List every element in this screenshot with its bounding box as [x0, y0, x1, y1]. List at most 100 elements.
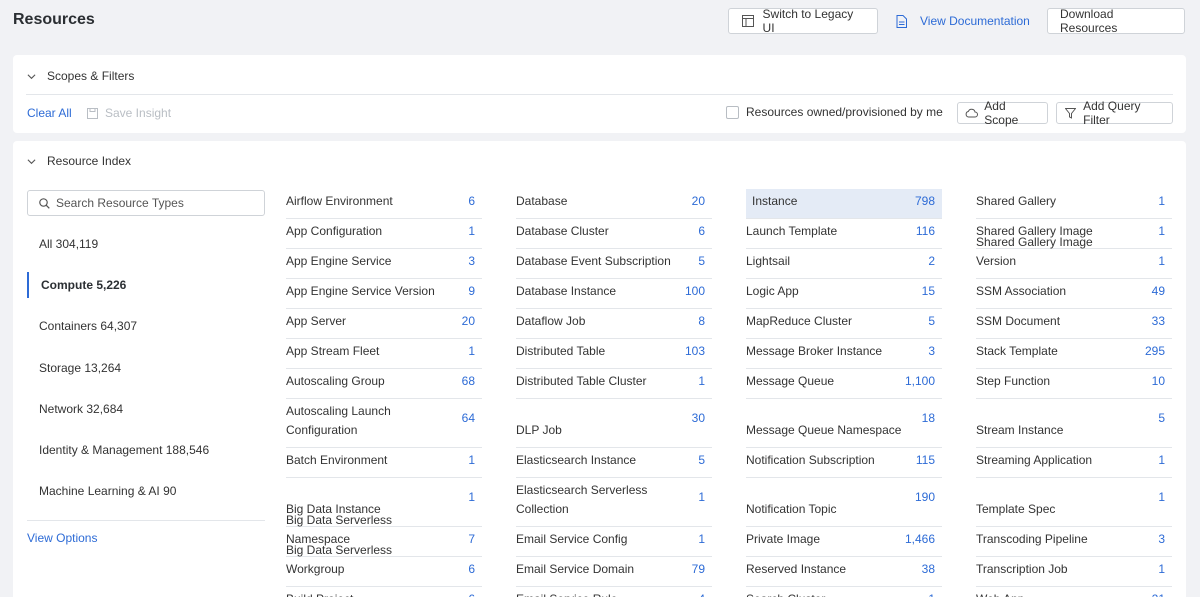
resource-count[interactable]: 1 [1158, 222, 1165, 241]
resource-count[interactable]: 3 [928, 342, 935, 361]
resource-count[interactable]: 5 [928, 312, 935, 331]
resource-type-reserved-instance[interactable]: Reserved Instance 38 [746, 557, 942, 587]
resource-count[interactable]: 190 [915, 490, 935, 504]
resource-count[interactable]: 38 [922, 560, 935, 579]
resource-type-batch-environment[interactable]: Batch Environment 1 [286, 448, 482, 478]
resource-type-transcoding-pipeline[interactable]: Transcoding Pipeline 3 [976, 527, 1172, 557]
resource-count[interactable]: 1 [698, 372, 705, 391]
resource-count[interactable]: 30 [692, 411, 705, 425]
resource-type-email-service-rule[interactable]: Email Service Rule 4 [516, 587, 712, 597]
resource-count[interactable]: 8 [698, 312, 705, 331]
resource-count[interactable]: 798 [915, 192, 935, 211]
resource-type-ssm-document[interactable]: SSM Document 33 [976, 309, 1172, 339]
resource-count[interactable]: 1 [468, 451, 475, 470]
resource-type-dlp-job[interactable]: DLP Job 30 [516, 399, 712, 448]
category-item[interactable]: All 304,119 [27, 223, 265, 264]
resource-type-instance[interactable]: Instance 798 [746, 189, 942, 219]
resource-count[interactable]: 79 [692, 560, 705, 579]
resource-count[interactable]: 68 [462, 372, 475, 391]
resource-count[interactable]: 295 [1145, 342, 1165, 361]
scopes-filters-toggle[interactable]: Scopes & Filters [27, 69, 134, 83]
resource-count[interactable]: 1,100 [905, 372, 935, 391]
clear-all-link[interactable]: Clear All [27, 106, 72, 120]
resource-type-airflow-environment[interactable]: Airflow Environment 6 [286, 189, 482, 219]
resource-count[interactable]: 2 [928, 252, 935, 271]
resource-type-database-instance[interactable]: Database Instance 100 [516, 279, 712, 309]
resource-count[interactable]: 10 [1152, 372, 1165, 391]
resource-type-distributed-table-cluster[interactable]: Distributed Table Cluster 1 [516, 369, 712, 399]
resource-count[interactable]: 103 [685, 342, 705, 361]
resource-count[interactable]: 21 [1152, 590, 1165, 597]
resource-count[interactable]: 15 [922, 282, 935, 301]
resource-type-search-cluster[interactable]: Search Cluster 1 [746, 587, 942, 597]
resource-type-message-queue[interactable]: Message Queue 1,100 [746, 369, 942, 399]
resource-count[interactable]: 49 [1152, 282, 1165, 301]
resource-type-app-engine-service[interactable]: App Engine Service 3 [286, 249, 482, 279]
resource-count[interactable]: 1 [1158, 490, 1165, 504]
add-scope-button[interactable]: Add Scope [957, 99, 1048, 127]
resource-count[interactable]: 7 [468, 530, 475, 549]
resource-type-message-broker-instance[interactable]: Message Broker Instance 3 [746, 339, 942, 369]
search-resource-types-input[interactable]: Search Resource Types [27, 190, 265, 216]
view-documentation-link[interactable]: View Documentation [894, 8, 1030, 34]
resource-count[interactable]: 6 [468, 590, 475, 597]
resource-type-template-spec[interactable]: Template Spec 1 [976, 478, 1172, 527]
resource-type-big-data-serverless-workgroup[interactable]: Big Data Serverless Workgroup 6 [286, 543, 482, 587]
resource-count[interactable]: 18 [922, 411, 935, 425]
resource-count[interactable]: 64 [462, 411, 475, 425]
resource-count[interactable]: 9 [468, 282, 475, 301]
resource-count[interactable]: 1 [928, 590, 935, 597]
resource-index-toggle[interactable]: Resource Index [27, 154, 131, 168]
category-item[interactable]: Containers 64,307 [27, 306, 265, 347]
resource-type-notification-subscription[interactable]: Notification Subscription 115 [746, 448, 942, 478]
category-item[interactable]: Network 32,684 [27, 388, 265, 429]
resource-type-distributed-table[interactable]: Distributed Table 103 [516, 339, 712, 369]
resource-type-autoscaling-group[interactable]: Autoscaling Group 68 [286, 369, 482, 399]
resource-type-database-cluster[interactable]: Database Cluster 6 [516, 219, 712, 249]
resource-type-step-function[interactable]: Step Function 10 [976, 369, 1172, 399]
resource-type-web-app[interactable]: Web App 21 [976, 587, 1172, 597]
resource-count[interactable]: 1 [698, 490, 705, 504]
resource-count[interactable]: 20 [692, 192, 705, 211]
resource-count[interactable]: 20 [462, 312, 475, 331]
category-item[interactable]: Storage 13,264 [27, 347, 265, 388]
resource-type-mapreduce-cluster[interactable]: MapReduce Cluster 5 [746, 309, 942, 339]
resource-count[interactable]: 3 [1158, 530, 1165, 549]
resource-count[interactable]: 116 [916, 222, 935, 241]
resource-count[interactable]: 1 [1158, 451, 1165, 470]
resource-type-shared-gallery[interactable]: Shared Gallery 1 [976, 189, 1172, 219]
resource-count[interactable]: 1 [1158, 560, 1165, 579]
resource-count[interactable]: 5 [698, 252, 705, 271]
resource-type-stream-instance[interactable]: Stream Instance 5 [976, 399, 1172, 448]
resource-count[interactable]: 1,466 [905, 530, 935, 549]
resource-type-app-stream-fleet[interactable]: App Stream Fleet 1 [286, 339, 482, 369]
category-item[interactable]: Identity & Management 188,546 [27, 429, 265, 470]
resource-type-email-service-domain[interactable]: Email Service Domain 79 [516, 557, 712, 587]
resource-type-launch-template[interactable]: Launch Template 116 [746, 219, 942, 249]
resource-type-app-server[interactable]: App Server 20 [286, 309, 482, 339]
resource-type-notification-topic[interactable]: Notification Topic 190 [746, 478, 942, 527]
resource-type-app-engine-service-version[interactable]: App Engine Service Version 9 [286, 279, 482, 309]
resource-count[interactable]: 1 [698, 530, 705, 549]
resource-count[interactable]: 5 [1158, 411, 1165, 425]
resource-type-message-queue-namespace[interactable]: Message Queue Namespace 18 [746, 399, 942, 448]
resource-count[interactable]: 1 [468, 490, 475, 504]
view-options-link[interactable]: View Options [27, 531, 97, 545]
resource-type-database-event-subscription[interactable]: Database Event Subscription 5 [516, 249, 712, 279]
resource-count[interactable]: 100 [685, 282, 705, 301]
resource-count[interactable]: 5 [698, 451, 705, 470]
category-item[interactable]: Machine Learning & AI 90 [27, 471, 265, 512]
resource-type-lightsail[interactable]: Lightsail 2 [746, 249, 942, 279]
switch-legacy-button[interactable]: Switch to Legacy UI [728, 7, 878, 35]
resource-type-email-service-config[interactable]: Email Service Config 1 [516, 527, 712, 557]
resource-type-elasticsearch-serverless-collection[interactable]: Elasticsearch Serverless Collection 1 [516, 478, 712, 527]
resource-type-dataflow-job[interactable]: Dataflow Job 8 [516, 309, 712, 339]
resource-type-logic-app[interactable]: Logic App 15 [746, 279, 942, 309]
resource-count[interactable]: 1 [1158, 192, 1165, 211]
download-resources-button[interactable]: Download Resources [1047, 7, 1185, 35]
resource-type-app-configuration[interactable]: App Configuration 1 [286, 219, 482, 249]
category-item[interactable]: Compute 5,226 [27, 264, 265, 305]
resource-type-elasticsearch-instance[interactable]: Elasticsearch Instance 5 [516, 448, 712, 478]
resource-count[interactable]: 6 [698, 222, 705, 241]
resource-type-transcription-job[interactable]: Transcription Job 1 [976, 557, 1172, 587]
